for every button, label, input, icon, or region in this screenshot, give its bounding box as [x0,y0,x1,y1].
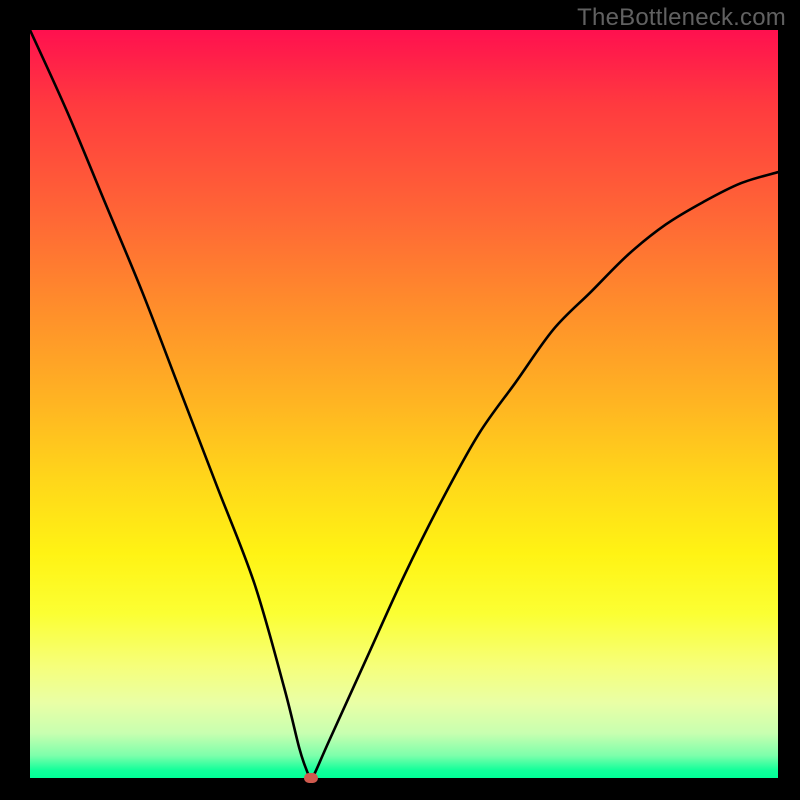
chart-frame: TheBottleneck.com [0,0,800,800]
watermark-text: TheBottleneck.com [577,4,786,32]
optimal-point-marker [304,773,318,783]
bottleneck-curve [30,30,778,778]
chart-plot-area [30,30,778,778]
